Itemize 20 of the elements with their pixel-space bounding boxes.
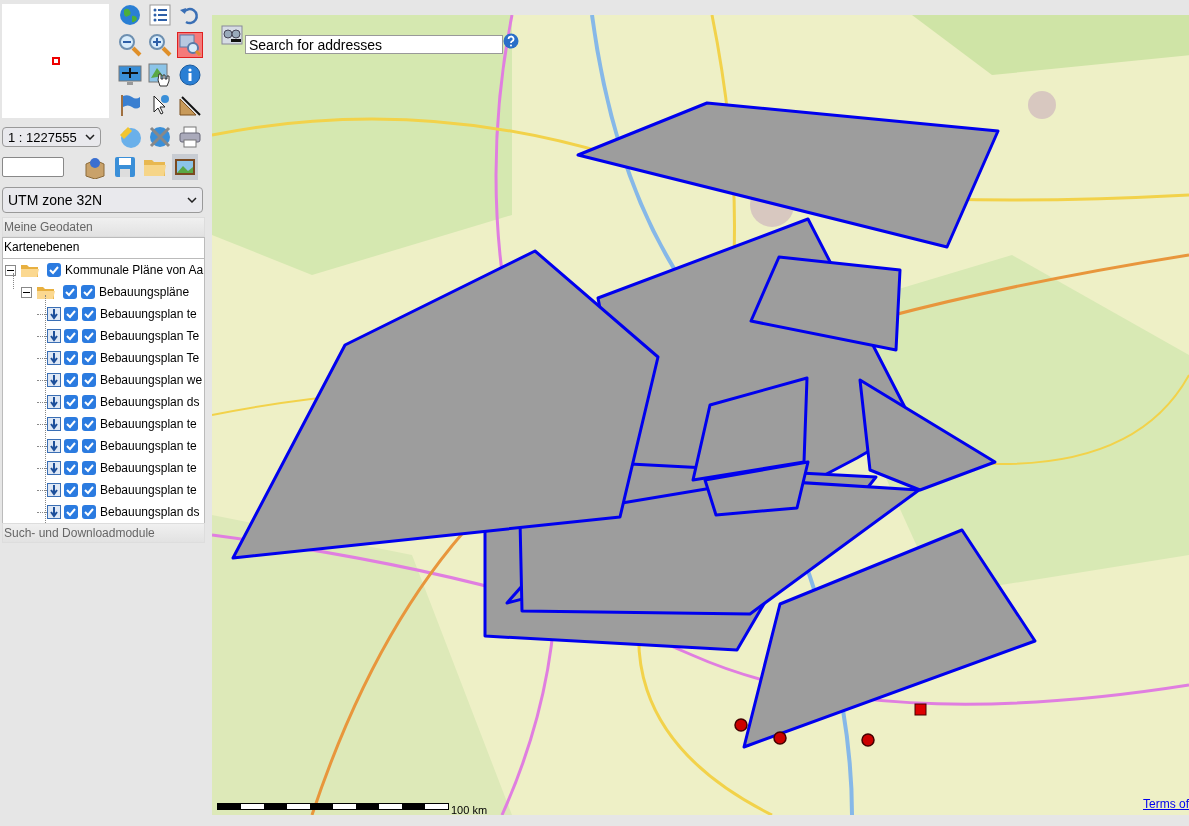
layer-label[interactable]: Bebauungsplan Te xyxy=(100,329,200,343)
layers-tab[interactable]: Kartenebenen xyxy=(2,237,205,259)
terms-link[interactable]: Terms of xyxy=(1143,797,1189,811)
scale-select[interactable]: 1 : 1227555 xyxy=(2,127,101,147)
layer-label[interactable]: Bebauungsplan te xyxy=(100,439,197,453)
layer-label[interactable]: Bebauungspläne xyxy=(99,285,190,299)
layer-label[interactable]: Bebauungsplan Te xyxy=(100,351,200,365)
scale-label: 100 km xyxy=(451,804,488,815)
layer-label[interactable]: Bebauungsplan te xyxy=(100,307,197,321)
layer-label[interactable]: Bebauungsplan te xyxy=(100,461,197,475)
layer-label[interactable]: Bebauungsplan we xyxy=(100,373,203,387)
address-search-field[interactable]: Search for addresses xyxy=(245,35,503,54)
layer-label[interactable]: Kommunale Pläne von Aa xyxy=(65,263,204,277)
layer-label[interactable]: Bebauungsplan ds xyxy=(100,395,200,409)
layer-label[interactable]: Bebauungsplan te xyxy=(100,483,197,497)
layer-label[interactable]: Bebauungsplan te xyxy=(100,417,197,431)
layer-label[interactable]: Bebauungsplan ds xyxy=(100,505,200,519)
projection-select[interactable]: UTM zone 32N xyxy=(2,187,203,213)
panel-header[interactable]: Meine Geodaten xyxy=(2,217,205,237)
panel-header[interactable]: Such- und Downloadmodule xyxy=(2,523,205,543)
